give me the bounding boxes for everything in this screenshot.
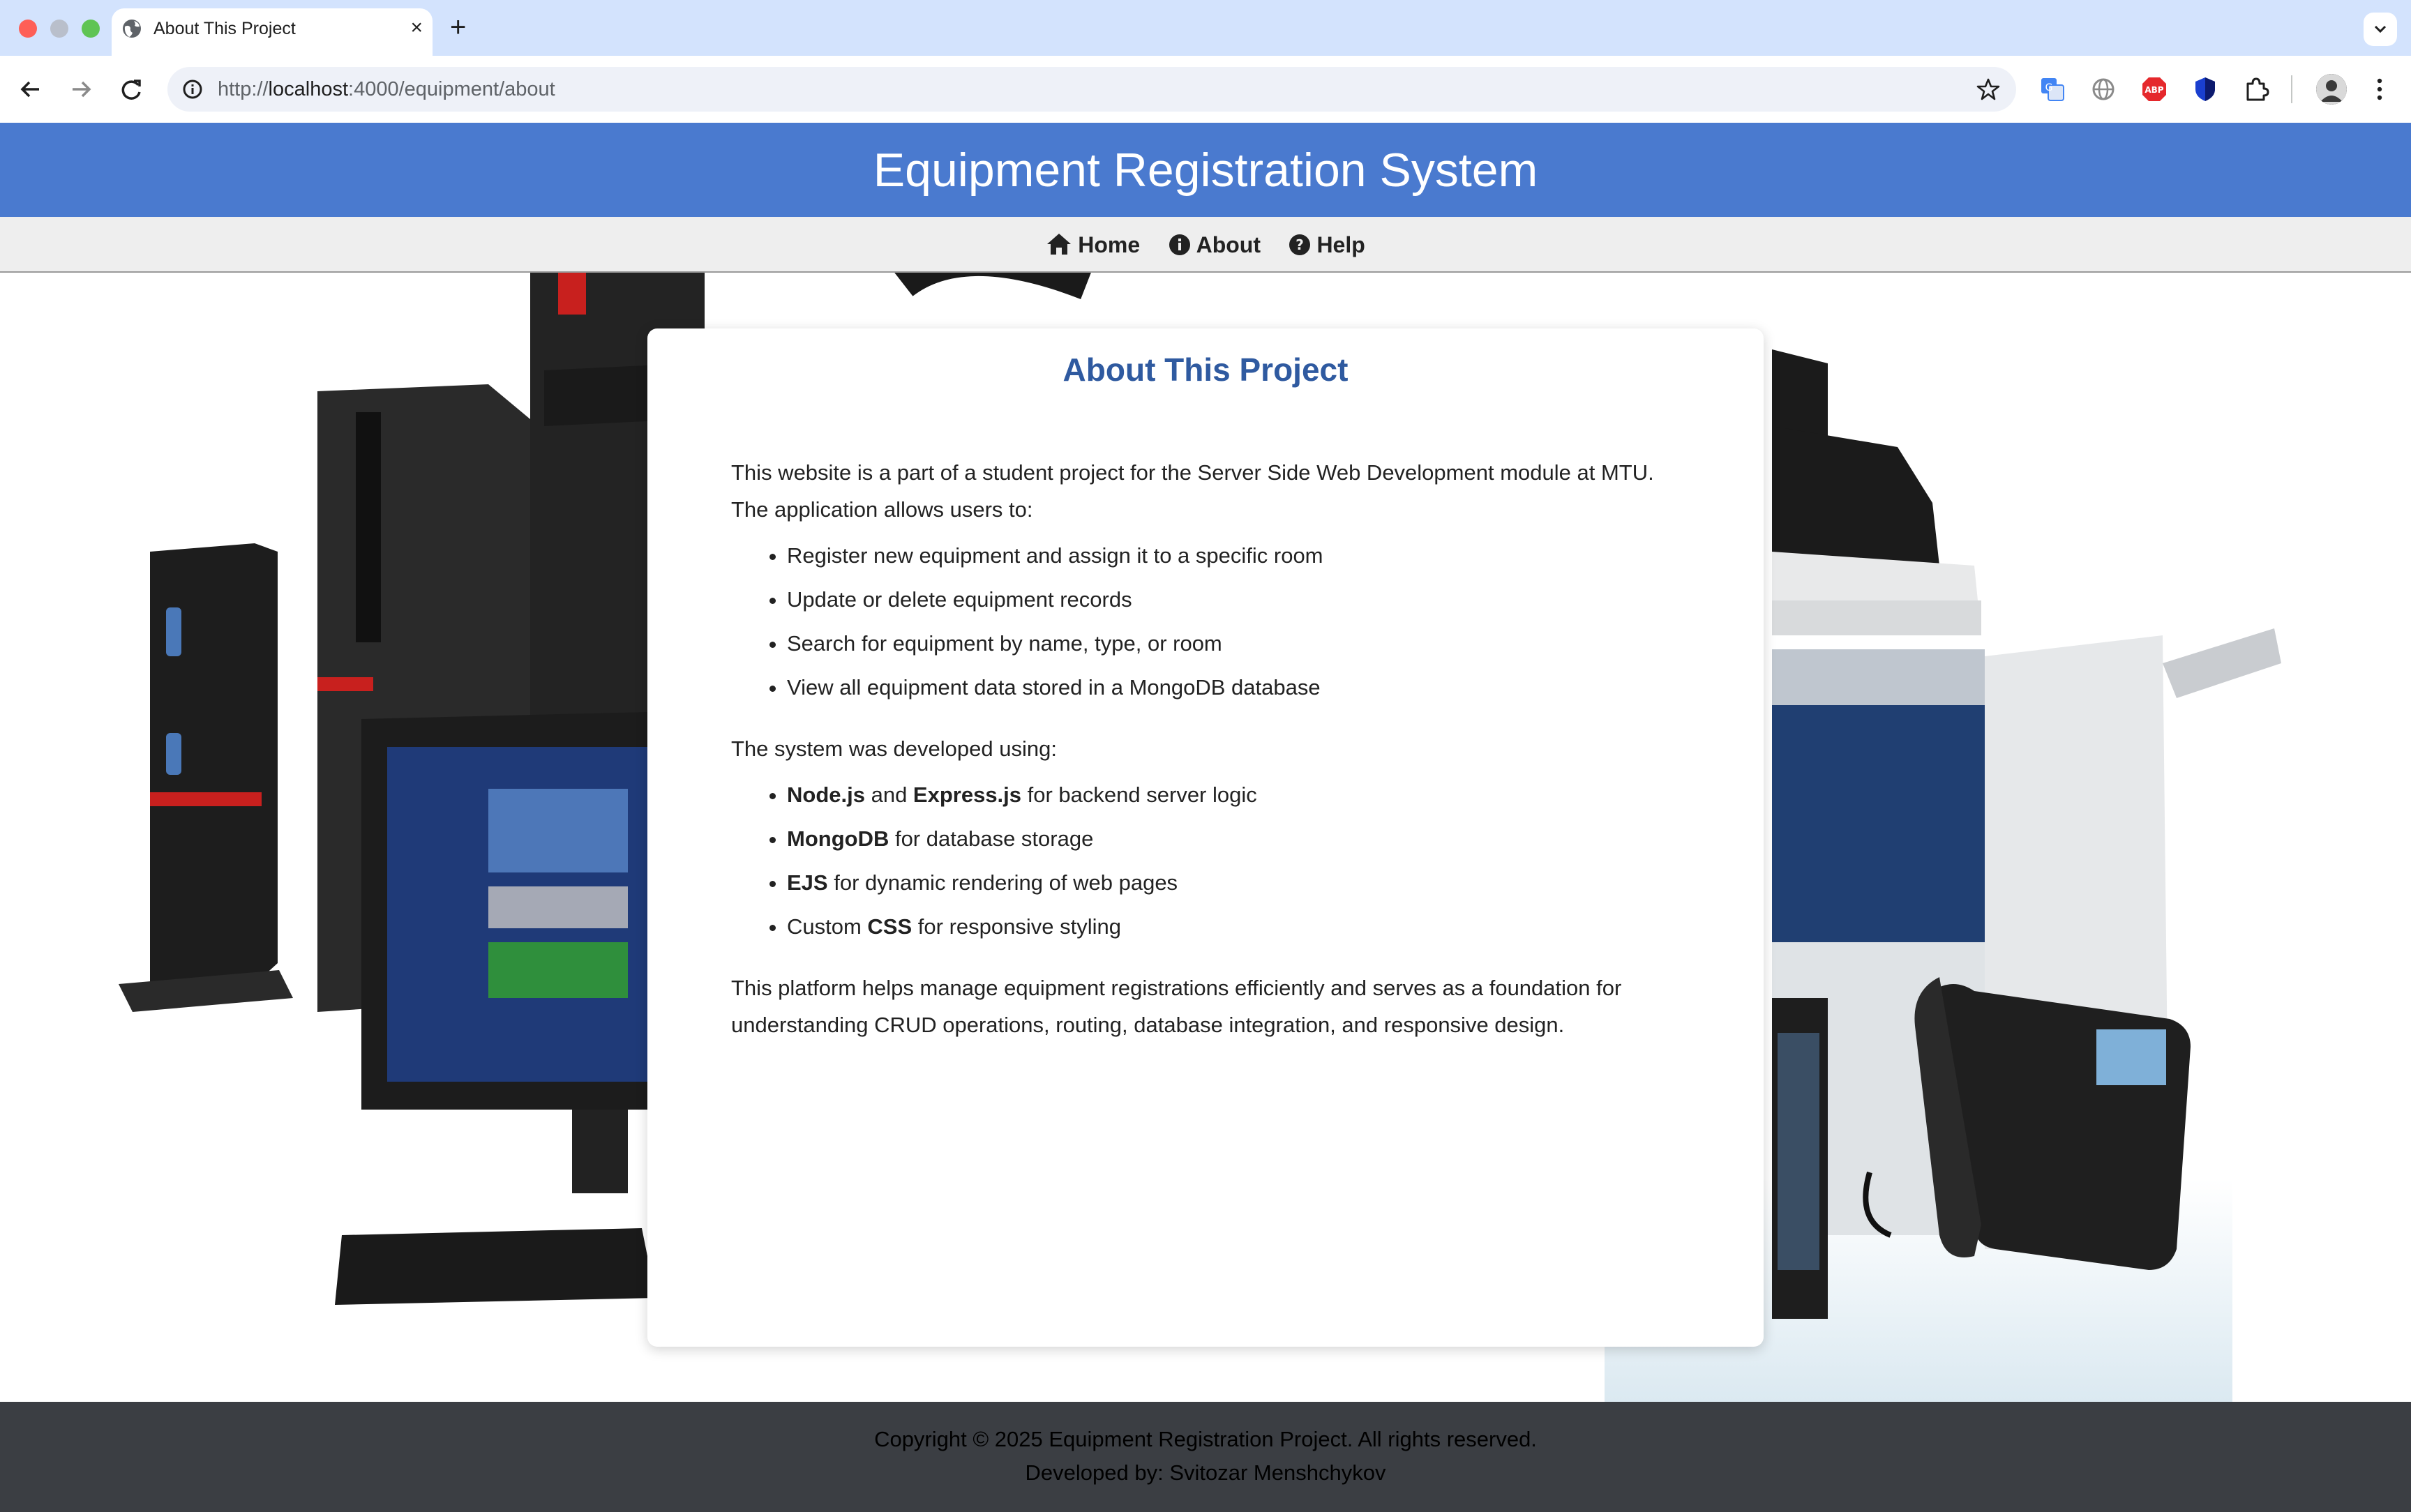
features-list: Register new equipment and assign it to … (731, 534, 1694, 709)
toolbar-divider (2291, 75, 2292, 103)
footer-developer: Developed by: Svitozar Menshchykov (1025, 1460, 1386, 1485)
main-nav: Home About ? Help (0, 217, 2411, 273)
outro-text-1: This platform helps manage equipment reg… (731, 976, 1622, 1000)
outro-text-2: understanding CRUD operations, routing, … (731, 1013, 1565, 1037)
maximize-window-button[interactable] (82, 20, 100, 38)
browser-tabstrip: About This Project × + (0, 0, 2411, 56)
profile-avatar[interactable] (2316, 74, 2347, 105)
page-title: About This Project (1062, 351, 1349, 388)
site-header: Equipment Registration System (0, 123, 2411, 217)
svg-text:?: ? (1296, 236, 1305, 253)
adblock-icon[interactable]: ABP (2140, 75, 2168, 103)
tech-list: Node.js and Express.js for backend serve… (731, 773, 1694, 948)
new-tab-button[interactable]: + (450, 10, 466, 45)
list-item: Custom CSS for responsive styling (787, 905, 1694, 948)
globe-icon[interactable] (2089, 75, 2117, 103)
tab-close-icon[interactable]: × (410, 15, 423, 40)
minimize-window-button[interactable] (50, 20, 68, 38)
about-card: About This Project This website is a par… (647, 328, 1764, 1347)
browser-tab-active[interactable]: About This Project × (112, 8, 433, 56)
tab-search-button[interactable] (2364, 13, 2397, 46)
list-item: EJS for dynamic rendering of web pages (787, 861, 1694, 905)
intro-text-2: The application allows users to: (731, 497, 1033, 522)
shield-icon[interactable] (2191, 75, 2219, 103)
tech-intro-text: The system was developed using: (731, 736, 1057, 761)
site-info-icon[interactable] (181, 78, 204, 100)
list-item: Register new equipment and assign it to … (787, 534, 1694, 577)
back-arrow-icon[interactable] (14, 73, 47, 106)
tab-title: About This Project (153, 19, 296, 38)
list-item: Search for equipment by name, type, or r… (787, 621, 1694, 665)
about-content: This website is a part of a student proj… (731, 454, 1694, 1043)
browser-menu-icon[interactable] (2368, 74, 2391, 105)
home-icon (1047, 234, 1072, 255)
site-footer: Copyright © 2025 Equipment Registration … (0, 1402, 2411, 1512)
chevron-down-icon (2374, 25, 2387, 33)
info-icon (1169, 234, 1190, 255)
site-title: Equipment Registration System (873, 144, 1538, 197)
footer-copyright: Copyright © 2025 Equipment Registration … (874, 1427, 1537, 1451)
svg-text:ABP: ABP (2145, 85, 2163, 95)
puzzle-icon[interactable] (2242, 75, 2270, 103)
intro-text-1: This website is a part of a student proj… (731, 460, 1654, 485)
close-window-button[interactable] (19, 20, 37, 38)
nav-help-link[interactable]: ? Help (1289, 231, 1365, 259)
url-text[interactable]: http://localhost:4000/equipment/about (218, 77, 555, 102)
nav-home-link[interactable]: Home (1046, 231, 1140, 259)
address-bar[interactable]: http://localhost:4000/equipment/about (167, 67, 2016, 112)
reload-icon[interactable] (114, 73, 148, 106)
list-item: Node.js and Express.js for backend serve… (787, 773, 1694, 817)
help-icon: ? (1289, 234, 1311, 255)
profile-icon (2316, 74, 2347, 105)
list-item: MongoDB for database storage (787, 817, 1694, 861)
list-item: Update or delete equipment records (787, 577, 1694, 621)
svg-text:G: G (2045, 82, 2053, 93)
forward-arrow-icon[interactable] (64, 73, 98, 106)
nav-about-link[interactable]: About (1169, 231, 1261, 259)
list-item: View all equipment data stored in a Mong… (787, 665, 1694, 709)
translate-icon[interactable]: G (2038, 75, 2066, 103)
bookmark-star-icon[interactable] (1976, 77, 2001, 102)
globe-icon (123, 20, 141, 38)
